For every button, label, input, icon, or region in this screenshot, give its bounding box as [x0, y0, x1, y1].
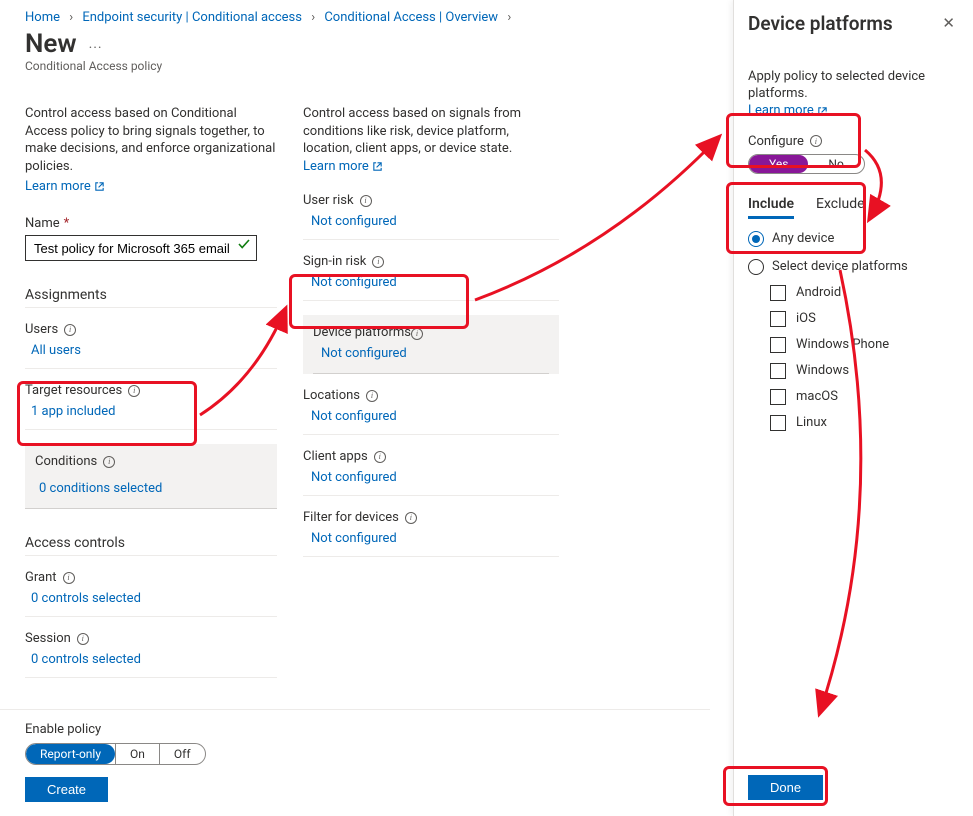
grant-value[interactable]: 0 controls selected — [31, 591, 141, 606]
client-apps-row[interactable]: Client appsi Not configured — [303, 435, 559, 496]
page-title: New — [25, 29, 77, 59]
tab-exclude[interactable]: Exclude — [816, 196, 865, 219]
device-platforms-value[interactable]: Not configured — [321, 346, 407, 361]
enable-policy-toggle[interactable]: Report-only On Off — [25, 743, 206, 765]
done-button[interactable]: Done — [748, 775, 823, 800]
checkbox-android[interactable]: Android — [770, 285, 959, 301]
filter-devices-row[interactable]: Filter for devicesi Not configured — [303, 496, 559, 557]
radio-icon — [748, 231, 764, 247]
target-resources-value[interactable]: 1 app included — [31, 404, 115, 419]
external-link-icon — [817, 106, 828, 117]
panel-title: Device platforms — [748, 12, 893, 35]
checkbox-icon — [770, 285, 786, 301]
info-icon: i — [128, 385, 140, 397]
enable-policy-label: Enable policy — [25, 722, 685, 737]
panel-description: Apply policy to selected device platform… — [748, 69, 959, 120]
filter-devices-value[interactable]: Not configured — [311, 531, 397, 546]
include-exclude-tabs: Include Exclude — [748, 196, 959, 219]
info-icon: i — [360, 195, 372, 207]
info-icon: i — [405, 512, 417, 524]
breadcrumb-home[interactable]: Home — [25, 10, 60, 25]
toggle-on[interactable]: On — [115, 744, 160, 764]
radio-select-platforms[interactable]: Select device platforms — [748, 259, 959, 275]
client-apps-value[interactable]: Not configured — [311, 470, 397, 485]
chevron-right-icon: › — [305, 10, 321, 25]
signin-risk-row[interactable]: Sign-in riski Not configured — [303, 240, 559, 301]
breadcrumb-conditional-access-overview[interactable]: Conditional Access | Overview — [324, 10, 498, 25]
signin-risk-value[interactable]: Not configured — [311, 275, 397, 290]
device-platforms-panel: Device platforms ✕ Apply policy to selec… — [733, 0, 973, 816]
users-row[interactable]: Users i — [25, 322, 277, 337]
radio-icon — [748, 259, 764, 275]
configure-label: Configure i — [748, 134, 959, 149]
close-icon[interactable]: ✕ — [938, 12, 959, 34]
toggle-no[interactable]: No — [808, 155, 863, 173]
toggle-yes[interactable]: Yes — [749, 155, 808, 173]
conditions-value[interactable]: 0 conditions selected — [39, 481, 162, 496]
policy-overview-column: Control access based on Conditional Acce… — [25, 105, 277, 678]
info-icon: i — [64, 324, 76, 336]
checkbox-ios[interactable]: iOS — [770, 311, 959, 327]
user-risk-value[interactable]: Not configured — [311, 214, 397, 229]
learn-more-link[interactable]: Learn more — [303, 158, 383, 176]
toggle-off[interactable]: Off — [160, 744, 205, 764]
grant-row[interactable]: Grant i — [25, 570, 277, 585]
info-icon: i — [366, 390, 378, 402]
learn-more-link[interactable]: Learn more — [748, 103, 828, 120]
info-icon: i — [372, 256, 384, 268]
device-platforms-row[interactable]: Device platformsi Not configured — [303, 315, 559, 374]
access-controls-header: Access controls — [25, 535, 277, 556]
checkbox-icon — [770, 363, 786, 379]
more-menu-icon[interactable]: ··· — [89, 40, 103, 56]
policy-description: Control access based on Conditional Acce… — [25, 105, 277, 175]
info-icon: i — [63, 572, 75, 584]
checkbox-windows[interactable]: Windows — [770, 363, 959, 379]
external-link-icon — [372, 161, 383, 172]
checkbox-icon — [770, 311, 786, 327]
checkbox-macos[interactable]: macOS — [770, 389, 959, 405]
info-icon: i — [810, 135, 822, 147]
learn-more-link[interactable]: Learn more — [25, 179, 105, 194]
assignments-header: Assignments — [25, 287, 277, 308]
checkbox-icon — [770, 337, 786, 353]
toggle-report-only[interactable]: Report-only — [26, 744, 115, 764]
conditions-description: Control access based on signals from con… — [303, 105, 559, 175]
checkbox-icon — [770, 389, 786, 405]
users-value[interactable]: All users — [31, 343, 81, 358]
name-field-label: Name* — [25, 216, 277, 231]
target-resources-row[interactable]: Target resources i — [25, 383, 277, 398]
locations-row[interactable]: Locationsi Not configured — [303, 374, 559, 435]
checkbox-icon — [770, 415, 786, 431]
chevron-right-icon: › — [501, 10, 517, 25]
session-value[interactable]: 0 controls selected — [31, 652, 141, 667]
info-icon: i — [411, 328, 423, 340]
create-button[interactable]: Create — [25, 777, 108, 802]
locations-value[interactable]: Not configured — [311, 409, 397, 424]
session-row[interactable]: Session i — [25, 631, 277, 646]
configure-toggle[interactable]: Yes No — [748, 154, 865, 174]
radio-any-device[interactable]: Any device — [748, 231, 959, 247]
checkmark-icon — [237, 237, 251, 255]
tab-include[interactable]: Include — [748, 196, 794, 219]
conditions-row[interactable]: Conditions i 0 conditions selected — [25, 444, 277, 509]
checkbox-linux[interactable]: Linux — [770, 415, 959, 431]
external-link-icon — [94, 181, 105, 192]
info-icon: i — [374, 451, 386, 463]
policy-name-input[interactable] — [25, 235, 257, 261]
checkbox-windows-phone[interactable]: Windows Phone — [770, 337, 959, 353]
info-icon: i — [103, 456, 115, 468]
info-icon: i — [77, 633, 89, 645]
footer-bar: Enable policy Report-only On Off Create — [0, 709, 710, 816]
breadcrumb-endpoint-security[interactable]: Endpoint security | Conditional access — [82, 10, 302, 25]
conditions-column: Control access based on signals from con… — [303, 105, 559, 678]
chevron-right-icon: › — [63, 10, 79, 25]
user-risk-row[interactable]: User riski Not configured — [303, 179, 559, 240]
